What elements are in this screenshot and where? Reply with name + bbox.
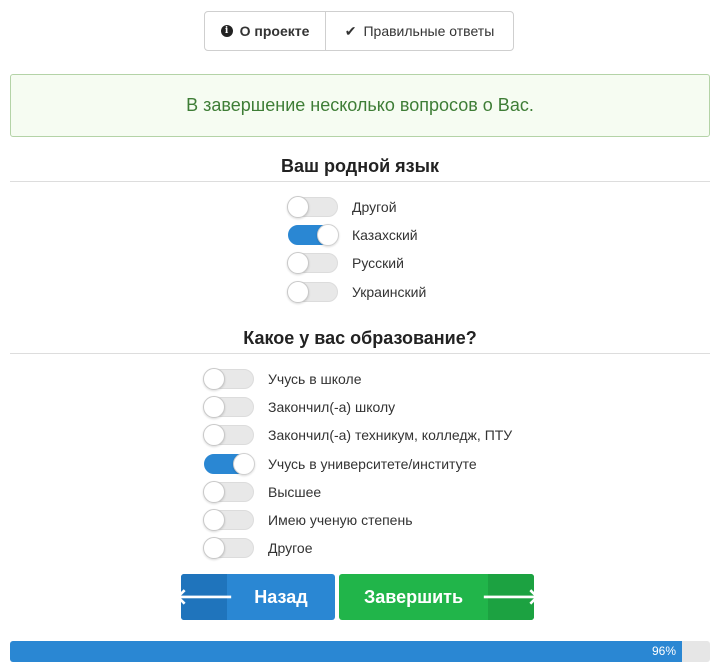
notice-text: В завершение несколько вопросов о Вас. [186, 95, 534, 115]
check-icon: ✔ [344, 22, 357, 39]
toggle-switch[interactable] [288, 224, 339, 246]
toggle-switch[interactable] [287, 281, 338, 303]
toggle-knob [203, 509, 225, 531]
toggle-knob [203, 537, 225, 559]
toggle-knob [203, 481, 225, 503]
radio-option[interactable]: Русский [287, 252, 404, 274]
option-label: Имею ученую степень [268, 512, 413, 528]
info-notice: В завершение несколько вопросов о Вас. [10, 74, 710, 137]
option-label: Русский [352, 255, 404, 271]
radio-option[interactable]: Учусь в школе [203, 368, 362, 390]
question-title: Ваш родной язык [281, 156, 439, 176]
back-button[interactable]: 🡐 Назад [181, 574, 335, 620]
option-label: Закончил(-а) техникум, колледж, ПТУ [268, 427, 513, 443]
correct-answers-button[interactable]: ✔ Правильные ответы [326, 12, 513, 50]
radio-option[interactable]: Имею ученую степень [203, 509, 413, 531]
toggle-knob [203, 396, 225, 418]
radio-option[interactable]: Закончил(-а) техникум, колледж, ПТУ [203, 424, 513, 446]
option-label: Закончил(-а) школу [268, 399, 396, 415]
arrow-right-icon: 🡒 [482, 574, 534, 620]
correct-answers-label: Правильные ответы [363, 23, 495, 39]
option-label: Другое [268, 540, 313, 556]
radio-option[interactable]: Казахский [288, 224, 418, 246]
arrow-left-icon: 🡐 [181, 574, 234, 620]
option-label: Высшее [268, 484, 322, 500]
toggle-switch[interactable] [287, 196, 338, 218]
about-project-button[interactable]: i О проекте [205, 12, 326, 50]
radio-option[interactable]: Закончил(-а) школу [203, 396, 396, 418]
toggle-switch[interactable] [287, 252, 338, 274]
toggle-knob [287, 196, 309, 218]
top-toolbar: i О проекте ✔ Правильные ответы [204, 11, 514, 51]
option-label: Украинский [352, 284, 427, 300]
toggle-switch[interactable] [203, 368, 254, 390]
radio-option[interactable]: Другое [203, 537, 313, 559]
toggle-knob [317, 224, 339, 246]
progress-fill: 96% [10, 641, 682, 662]
toggle-knob [287, 281, 309, 303]
progress-bar: 96% [10, 641, 710, 662]
about-project-label: О проекте [239, 23, 310, 39]
question-divider [10, 181, 710, 182]
toggle-switch[interactable] [203, 424, 254, 446]
toggle-switch[interactable] [203, 481, 254, 503]
finish-label: Завершить [363, 586, 464, 607]
option-label: Учусь в школе [268, 371, 362, 387]
radio-option[interactable]: Другой [287, 196, 397, 218]
toggle-switch[interactable] [203, 537, 254, 559]
info-icon: i [220, 25, 233, 37]
option-label: Казахский [352, 227, 418, 243]
finish-button[interactable]: Завершить 🡒 [339, 574, 534, 620]
progress-percent: 96% [651, 644, 676, 658]
question-title: Какое у вас образование? [243, 328, 477, 348]
back-label: Назад [254, 586, 308, 607]
toggle-knob [287, 252, 309, 274]
toggle-knob [233, 453, 255, 475]
option-label: Учусь в университете/институте [268, 456, 477, 472]
radio-option[interactable]: Учусь в университете/институте [204, 453, 477, 475]
radio-option[interactable]: Украинский [287, 281, 427, 303]
toggle-switch[interactable] [204, 453, 255, 475]
question-divider [10, 353, 710, 354]
radio-option[interactable]: Высшее [203, 481, 322, 503]
option-label: Другой [352, 199, 397, 215]
toggle-switch[interactable] [203, 396, 254, 418]
toggle-knob [203, 368, 225, 390]
toggle-knob [203, 424, 225, 446]
toggle-switch[interactable] [203, 509, 254, 531]
